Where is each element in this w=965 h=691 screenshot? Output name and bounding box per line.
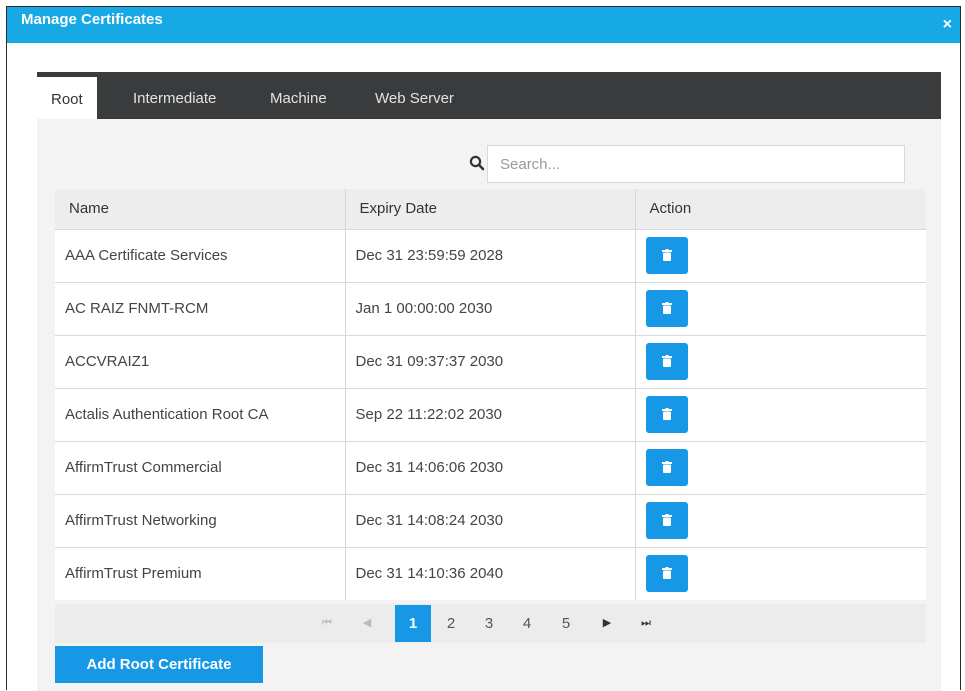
expiry-date: Jan 1 00:00:00 2030 bbox=[345, 281, 636, 335]
search-icon bbox=[469, 155, 485, 171]
certificate-name: AC RAIZ FNMT-RCM bbox=[55, 281, 346, 335]
manage-certificates-dialog: Manage Certificates × Root Intermediate … bbox=[6, 6, 961, 691]
trash-icon bbox=[661, 302, 672, 314]
delete-button[interactable] bbox=[645, 343, 688, 380]
delete-button[interactable] bbox=[645, 555, 688, 593]
delete-button[interactable] bbox=[645, 237, 688, 274]
certificate-name: ACCVRAIZ1 bbox=[55, 334, 346, 388]
certificate-name: AAA Certificate Services bbox=[55, 228, 346, 282]
table-row: AffirmTrust Networking Dec 31 14:08:24 2… bbox=[55, 493, 926, 547]
tab-machine[interactable]: Machine bbox=[270, 90, 327, 107]
action-cell bbox=[635, 440, 926, 494]
next-page-button[interactable]: ▶ bbox=[592, 604, 622, 643]
dialog-title: Manage Certificates bbox=[21, 11, 163, 28]
certificate-name: AffirmTrust Networking bbox=[55, 493, 346, 547]
page-button-2[interactable]: 2 bbox=[436, 604, 466, 643]
action-cell bbox=[635, 334, 926, 388]
last-page-button[interactable]: ⏭ bbox=[631, 604, 661, 643]
expiry-date: Dec 31 14:06:06 2030 bbox=[345, 440, 636, 494]
page-button-5[interactable]: 5 bbox=[551, 604, 581, 643]
pagination: ⏮ ◀ 1 2 3 4 5 ▶ ⏭ bbox=[55, 604, 926, 643]
column-header-expiry-date: Expiry Date bbox=[345, 189, 636, 229]
trash-icon bbox=[661, 461, 672, 473]
page-button-4[interactable]: 4 bbox=[512, 604, 542, 643]
action-cell bbox=[635, 387, 926, 441]
tab-root[interactable]: Root bbox=[37, 77, 97, 119]
action-cell bbox=[635, 546, 926, 600]
page-button-3[interactable]: 3 bbox=[474, 604, 504, 643]
trash-icon bbox=[661, 249, 672, 261]
certificate-name: AffirmTrust Premium bbox=[55, 546, 346, 600]
table-row: AffirmTrust Commercial Dec 31 14:06:06 2… bbox=[55, 440, 926, 494]
search-input[interactable] bbox=[488, 146, 904, 182]
delete-button[interactable] bbox=[645, 290, 688, 327]
page-button-1[interactable]: 1 bbox=[395, 605, 431, 642]
certificate-name: AffirmTrust Commercial bbox=[55, 440, 346, 494]
table-row: Actalis Authentication Root CA Sep 22 11… bbox=[55, 387, 926, 441]
table-row: AffirmTrust Premium Dec 31 14:10:36 2040 bbox=[55, 546, 926, 600]
certificates-panel: Root Intermediate Machine Web Server Nam… bbox=[37, 72, 941, 691]
close-icon[interactable]: × bbox=[943, 17, 952, 33]
tab-intermediate[interactable]: Intermediate bbox=[133, 90, 216, 107]
expiry-date: Dec 31 14:08:24 2030 bbox=[345, 493, 636, 547]
certificate-name: Actalis Authentication Root CA bbox=[55, 387, 346, 441]
trash-icon bbox=[661, 514, 672, 526]
search-field[interactable] bbox=[487, 145, 905, 183]
column-header-action: Action bbox=[635, 189, 926, 229]
expiry-date: Dec 31 14:10:36 2040 bbox=[345, 546, 636, 600]
table-row: AAA Certificate Services Dec 31 23:59:59… bbox=[55, 228, 926, 282]
action-cell bbox=[635, 228, 926, 282]
table-header-row: Name Expiry Date Action bbox=[55, 189, 926, 229]
trash-icon bbox=[661, 567, 672, 580]
delete-button[interactable] bbox=[645, 502, 688, 539]
delete-button[interactable] bbox=[645, 396, 688, 433]
trash-icon bbox=[661, 408, 672, 420]
dialog-title-bar: Manage Certificates × bbox=[7, 7, 960, 43]
trash-icon bbox=[661, 355, 672, 367]
action-cell bbox=[635, 281, 926, 335]
expiry-date: Sep 22 11:22:02 2030 bbox=[345, 387, 636, 441]
expiry-date: Dec 31 09:37:37 2030 bbox=[345, 334, 636, 388]
certificate-tabs: Root Intermediate Machine Web Server bbox=[37, 72, 941, 119]
delete-button[interactable] bbox=[645, 449, 688, 486]
add-root-certificate-button[interactable]: Add Root Certificate bbox=[55, 646, 263, 683]
action-cell bbox=[635, 493, 926, 547]
table-row: ACCVRAIZ1 Dec 31 09:37:37 2030 bbox=[55, 334, 926, 388]
expiry-date: Dec 31 23:59:59 2028 bbox=[345, 228, 636, 282]
certificates-table: Name Expiry Date Action AAA Certificate … bbox=[55, 189, 926, 600]
tab-web-server[interactable]: Web Server bbox=[375, 90, 454, 107]
column-header-name: Name bbox=[55, 189, 346, 229]
prev-page-button[interactable]: ◀ bbox=[352, 604, 382, 643]
first-page-button[interactable]: ⏮ bbox=[312, 604, 342, 643]
table-row: AC RAIZ FNMT-RCM Jan 1 00:00:00 2030 bbox=[55, 281, 926, 335]
